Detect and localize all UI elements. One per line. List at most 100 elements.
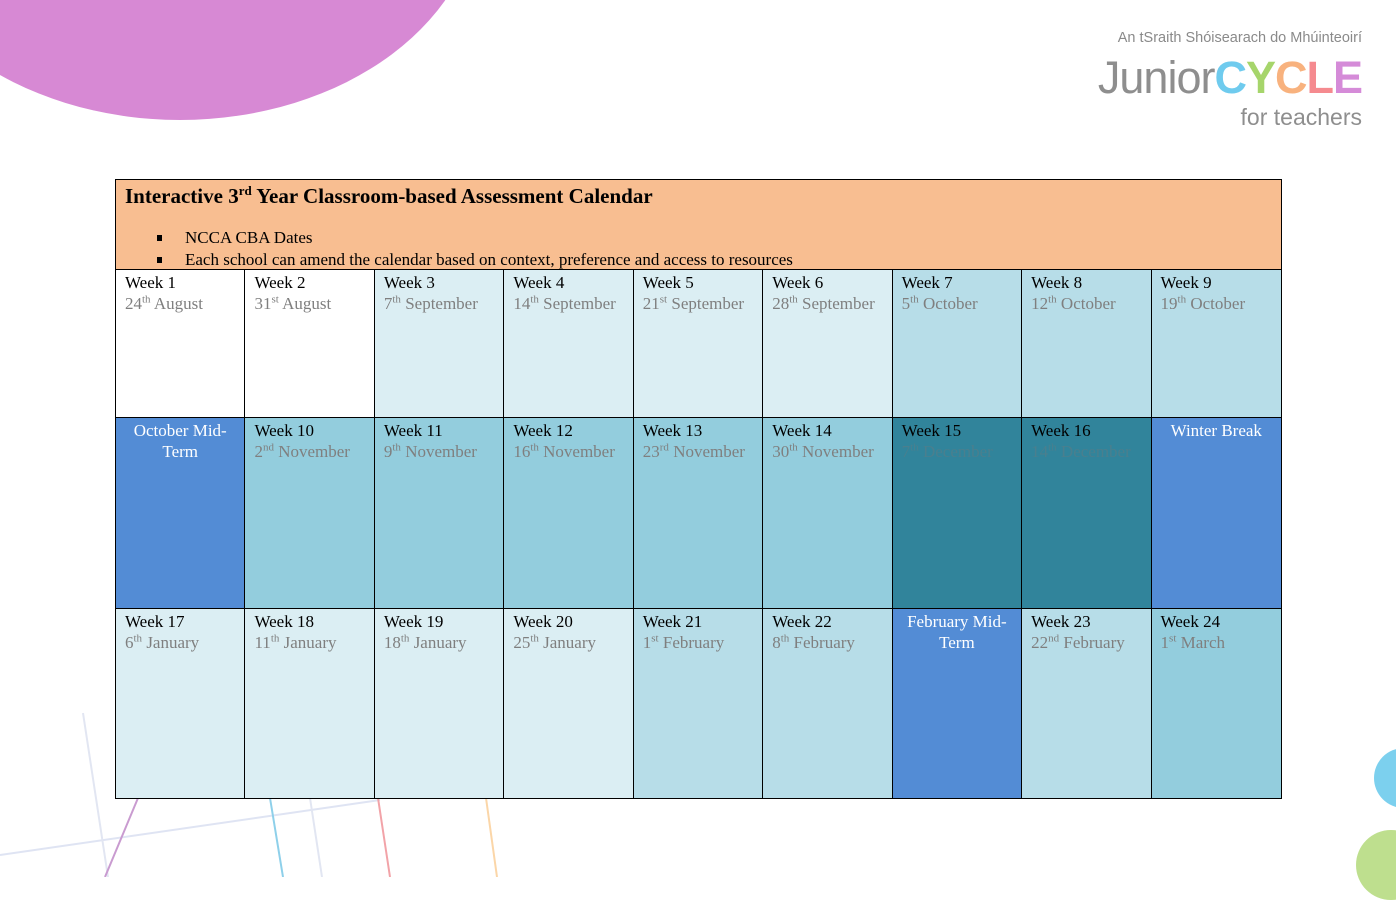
week-label: Week 5: [642, 273, 694, 292]
week-date: 28th September: [772, 293, 875, 313]
calendar-week-cell[interactable]: Week 1 24th August: [116, 270, 246, 418]
calendar-week-cell[interactable]: Week 24 1st March: [1151, 609, 1281, 798]
calendar-notes: NCCA CBA Dates Each school can amend the…: [154, 227, 793, 271]
calendar-break-cell[interactable]: February Mid-Term: [892, 609, 1023, 798]
calendar-week-cell[interactable]: Week 3 7th September: [374, 270, 505, 418]
deco-line: [82, 712, 109, 877]
logo-subtitle: for teachers: [1240, 104, 1362, 130]
week-date: 16th November: [513, 441, 615, 461]
week-label: Week 14: [772, 421, 832, 440]
week-date: 5th October: [901, 293, 978, 313]
calendar-week-cell[interactable]: Week 23 22nd February: [1022, 609, 1152, 798]
calendar-row-3: Week 17 6th January Week 18 11th January Wee…: [116, 609, 1281, 798]
calendar-week-cell[interactable]: Week 16 14th December: [1022, 418, 1152, 609]
deco-line: [269, 797, 284, 877]
week-label: Week 11: [383, 421, 443, 440]
calendar-week-cell[interactable]: Week 5 21st September: [633, 270, 764, 418]
logo-cycle-letter: Y: [1245, 52, 1276, 103]
week-date: 21st September: [642, 293, 745, 313]
calendar-week-cell[interactable]: Week 6 28th September: [763, 270, 893, 418]
logo-cycle-letter: L: [1306, 52, 1333, 103]
week-label: Week 18: [254, 612, 314, 631]
week-label: Week 9: [1160, 273, 1212, 292]
deco-line: [309, 797, 323, 877]
week-label: Week 10: [254, 421, 314, 440]
week-label: Week 6: [772, 273, 824, 292]
week-date: 18th January: [383, 632, 467, 652]
calendar-title: Interactive 3rd Year Classroom-based Ass…: [125, 183, 653, 208]
break-label: October Mid-Term: [133, 421, 227, 461]
week-date: 25th January: [513, 632, 597, 652]
week-label: Week 15: [901, 421, 962, 440]
week-date: 9th November: [383, 441, 477, 461]
week-label: Week 19: [383, 612, 444, 631]
week-date: 6th January: [125, 632, 200, 652]
decorative-circle-pink: [0, 0, 480, 120]
calendar-week-cell[interactable]: Week 20 25th January: [504, 609, 634, 798]
calendar-week-cell[interactable]: Week 4 14th September: [504, 270, 634, 418]
calendar-break-cell[interactable]: October Mid-Term: [116, 418, 246, 609]
week-label: Week 23: [1031, 612, 1091, 631]
logo-cycle-letter: E: [1332, 52, 1363, 103]
week-label: Week 16: [1031, 421, 1091, 440]
logo-wordmark: JuniorCYCLE: [1097, 52, 1363, 104]
logo-cycle-letter: C: [1274, 52, 1307, 103]
week-date: 12th October: [1031, 293, 1116, 313]
calendar-break-cell[interactable]: Winter Break: [1151, 418, 1281, 609]
calendar-week-cell[interactable]: Week 19 18th January: [374, 609, 505, 798]
calendar-week-cell[interactable]: Week 9 19th October: [1151, 270, 1281, 418]
week-date: 8th February: [772, 632, 855, 652]
decorative-circle-green: [1356, 830, 1396, 900]
calendar-week-cell[interactable]: Week 13 23rd November: [633, 418, 764, 609]
week-label: Week 3: [383, 273, 435, 292]
calendar-week-cell[interactable]: Week 17 6th January: [116, 609, 246, 798]
week-label: Week 17: [125, 612, 185, 631]
calendar-week-cell[interactable]: Week 10 2nd November: [245, 418, 375, 609]
calendar-row-1: Week 1 24th August Week 2 31st August Week 3…: [116, 270, 1281, 418]
week-label: Week 21: [642, 612, 703, 631]
calendar-week-cell[interactable]: Week 22 8th February: [763, 609, 893, 798]
week-date: 31st August: [254, 293, 332, 313]
break-label: February Mid-Term: [907, 612, 1007, 652]
week-date: 7th September: [383, 293, 478, 313]
week-date: 1st February: [642, 632, 725, 652]
deco-line: [377, 797, 391, 877]
week-date: 23rd November: [642, 441, 745, 461]
calendar-header: Interactive 3rd Year Classroom-based Ass…: [116, 180, 1281, 270]
week-date: 24th August: [125, 293, 203, 313]
week-label: Week 22: [772, 612, 832, 631]
week-label: Week 24: [1160, 612, 1221, 631]
logo-irish-tagline: An tSraith Shóisearach do Mhúinteoirí: [1117, 30, 1362, 46]
week-label: Week 12: [513, 421, 573, 440]
deco-line: [485, 797, 498, 877]
calendar-week-cell[interactable]: Week 8 12th October: [1022, 270, 1152, 418]
week-label: Week 7: [901, 273, 953, 292]
logo-cycle: CYCLE: [1214, 52, 1363, 103]
calendar-week-cell[interactable]: Week 18 11th January: [245, 609, 375, 798]
deco-line: [0, 799, 381, 856]
week-label: Week 4: [513, 273, 565, 292]
week-date: 1st March: [1160, 632, 1226, 652]
calendar-week-cell[interactable]: Week 12 16th November: [504, 418, 634, 609]
week-date: 14th December: [1031, 441, 1131, 461]
calendar-week-cell[interactable]: Week 2 31st August: [245, 270, 375, 418]
decorative-circle-blue: [1374, 748, 1396, 808]
assessment-calendar: Interactive 3rd Year Classroom-based Ass…: [115, 179, 1282, 799]
week-date: 14th September: [513, 293, 616, 313]
note-item: Each school can amend the calendar based…: [154, 249, 793, 271]
week-date: 2nd November: [254, 441, 350, 461]
week-date: 7th December: [901, 441, 993, 461]
week-date: 22nd February: [1031, 632, 1125, 652]
week-label: Week 13: [642, 421, 703, 440]
calendar-week-cell[interactable]: Week 14 30th November: [763, 418, 893, 609]
week-label: Week 20: [513, 612, 573, 631]
calendar-week-cell[interactable]: Week 7 5th October: [892, 270, 1023, 418]
deco-line: [104, 797, 139, 877]
calendar-week-cell[interactable]: Week 15 7th December: [892, 418, 1023, 609]
logo-junior: Junior: [1097, 52, 1216, 103]
calendar-week-cell[interactable]: Week 21 1st February: [633, 609, 764, 798]
calendar-week-cell[interactable]: Week 11 9th November: [374, 418, 505, 609]
week-date: 30th November: [772, 441, 874, 461]
note-item: NCCA CBA Dates: [154, 227, 793, 249]
logo-cycle-letter: C: [1214, 52, 1246, 103]
